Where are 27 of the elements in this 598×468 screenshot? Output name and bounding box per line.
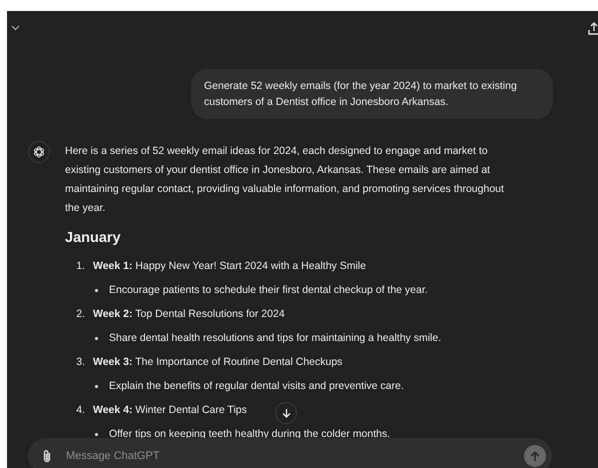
bullet-text: Encourage patients to schedule their first dental checkup of the year. [109,284,428,296]
user-message: Generate 52 weekly emails (for the year 2024) to market to existing customers of a Dentist office in Jonesboro Arkansas. [191,69,553,119]
section-heading: January [65,230,122,246]
list-number: 4. [75,404,85,416]
list-number: 1. [75,260,85,272]
scroll-down-button[interactable] [275,402,297,424]
assistant-message-text: Here is a series of 52 weekly email ideas for 2024, each designed to engage and market to existing customers of your dentist office in Jonesboro, Arkansas. These emails are aimed at maintaining regular contact, providing valuable information, and promoting services throughout the year. [65,144,505,216]
arrow-down-icon[interactable] [282,408,290,418]
share-icon[interactable] [588,22,598,34]
message-field[interactable]: Message ChatGPT [28,438,552,468]
bullet-icon [95,288,98,292]
message-input[interactable]: Message ChatGPT [64,449,512,463]
bullet-text: Share dental health resolutions and tips for maintaining a healthy smile. [109,332,442,344]
list-item-text: Week 3: The Importance of Routine Dental Checkups [93,356,342,368]
bullet-icon [95,336,98,340]
list-number: 3. [75,356,85,368]
assistant-avatar-icon [28,141,50,163]
bullet-text: Offer tips on keeping teeth healthy during the colder months. [109,428,390,440]
paperclip-icon[interactable] [42,449,52,463]
list-number: 2. [75,308,85,320]
bullet-text: Explain the benefits of regular dental visits and preventive care. [109,380,404,392]
list-item-text: Week 4: Winter Dental Care Tips [93,404,247,416]
chevron-down-icon[interactable] [11,25,20,31]
list-item-text: Week 2: Top Dental Resolutions for 2024 [93,308,285,320]
bullet-icon [95,384,98,388]
list-item-text: Week 1: Happy New Year! Start 2024 with a Healthy Smile [93,260,366,272]
bullet-icon [95,432,98,436]
